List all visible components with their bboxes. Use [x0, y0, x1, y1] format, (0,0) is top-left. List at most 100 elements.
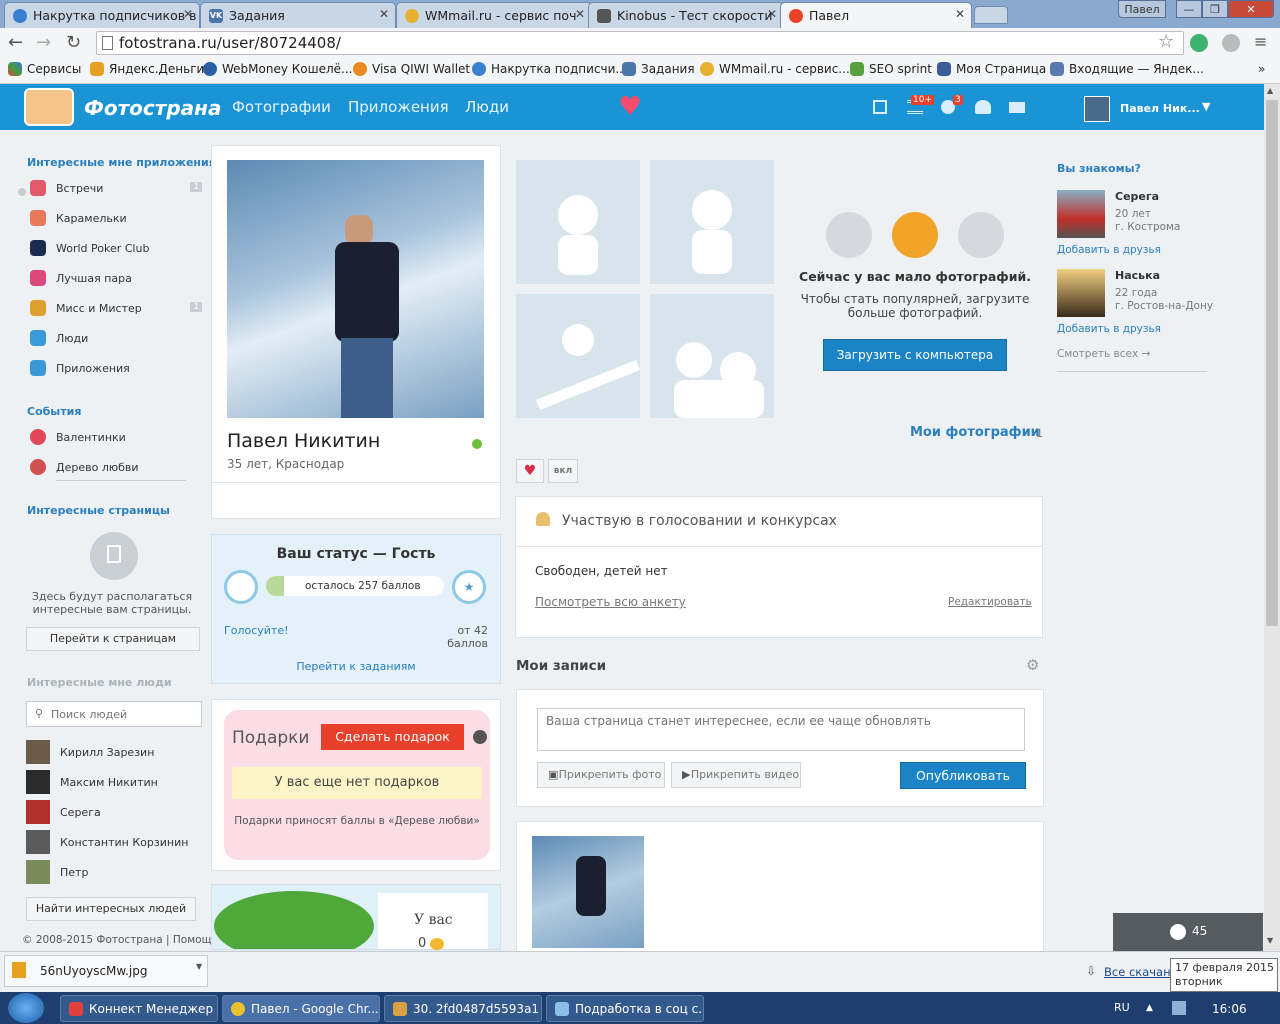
browser-tab-active[interactable]: Павел ✕: [780, 2, 972, 28]
post-textarea[interactable]: [537, 708, 1025, 751]
publish-button[interactable]: Опубликовать: [900, 762, 1026, 789]
reload-icon[interactable]: ↻: [66, 32, 81, 53]
download-menu-chevron-icon[interactable]: ▼: [196, 962, 202, 971]
taskbar-item-file[interactable]: 30. 2fd0487d5593a1 -...: [384, 995, 542, 1022]
sad-face-icon[interactable]: [826, 212, 872, 258]
make-gift-button[interactable]: Сделать подарок: [321, 724, 464, 750]
taskbar-item-notepad[interactable]: Подработка в соц с...: [546, 995, 704, 1022]
messages-icon[interactable]: [1009, 102, 1025, 113]
new-tab-button[interactable]: [974, 6, 1008, 24]
person-row[interactable]: Максим Никитин: [26, 770, 158, 794]
profile-photo[interactable]: [227, 160, 484, 418]
bookmark-yandex-money[interactable]: Яндекс.Деньги: [90, 62, 204, 76]
browser-tab-2[interactable]: VK Задания ✕: [200, 2, 396, 28]
bookmark-nakrutka[interactable]: Накрутка подписчи...: [472, 62, 627, 76]
close-icon[interactable]: ✕: [955, 7, 965, 21]
bookmark-inbox[interactable]: Входящие — Яндек...: [1050, 62, 1204, 76]
nav-apps[interactable]: Приложения: [348, 98, 449, 116]
person-row[interactable]: Константин Корзинин: [26, 830, 188, 854]
minimize-icon[interactable]: —: [1176, 0, 1202, 18]
bookmarks-more-icon[interactable]: »: [1258, 62, 1265, 76]
browser-tab-1[interactable]: Накрутка подписчиков в ✕: [4, 2, 200, 28]
bookmark-my-page[interactable]: Моя Страница: [937, 62, 1046, 76]
online-widget[interactable]: [1113, 913, 1263, 951]
find-people-button[interactable]: Найти интересных людей: [26, 897, 196, 921]
start-button-icon[interactable]: [8, 993, 44, 1023]
sidebar-event-1[interactable]: Дерево любви: [30, 459, 139, 475]
upload-button[interactable]: Загрузить с компьютера: [823, 339, 1007, 371]
settings-gear-icon[interactable]: ⚙: [1026, 656, 1039, 674]
scroll-up-icon[interactable]: ▲: [1267, 86, 1273, 95]
people-search-box[interactable]: ⚲: [26, 701, 202, 727]
nav-people[interactable]: Люди: [465, 98, 509, 116]
sidebar-item-6[interactable]: Приложения: [30, 360, 204, 376]
sidebar-item-0[interactable]: Встречи 1: [30, 180, 204, 196]
tasks-link[interactable]: Перейти к заданиям: [211, 660, 501, 673]
taskbar-item-chrome[interactable]: Павел - Google Chr...: [222, 995, 380, 1022]
edit-link[interactable]: Редактировать: [948, 596, 1032, 608]
person-row[interactable]: Серега: [26, 800, 101, 824]
friends-icon[interactable]: [975, 100, 991, 114]
address-bar[interactable]: fotostrana.ru/user/80724408/: [96, 31, 1184, 55]
forward-icon[interactable]: →: [36, 32, 51, 53]
user-name[interactable]: Павел Ник...: [1120, 102, 1200, 115]
site-logo[interactable]: Фотострана: [84, 96, 221, 120]
go-to-pages-button[interactable]: Перейти к страницам: [26, 627, 200, 651]
bookmark-vk-tasks[interactable]: Задания: [622, 62, 695, 76]
attach-photo-button[interactable]: ▣ Прикрепить фото: [537, 762, 665, 788]
language-indicator[interactable]: RU: [1114, 1001, 1130, 1014]
user-avatar[interactable]: [1084, 96, 1110, 122]
love-tree-card[interactable]: [211, 884, 501, 950]
close-icon[interactable]: ✕: [575, 7, 585, 21]
sidebar-item-2[interactable]: World Poker Club: [30, 240, 204, 256]
bookmark-apps[interactable]: Сервисы: [8, 62, 81, 76]
post-photo[interactable]: [532, 836, 644, 948]
taskbar-item-connect[interactable]: Коннект Менеджер: [60, 995, 218, 1022]
sidebar-event-0[interactable]: Валентинки: [30, 429, 126, 445]
neutral-face-icon[interactable]: [892, 212, 938, 258]
scrollbar-thumb[interactable]: [1266, 100, 1278, 626]
happy-face-icon[interactable]: [958, 212, 1004, 258]
scroll-down-icon[interactable]: ▼: [1267, 936, 1273, 945]
bookmark-star-icon[interactable]: ☆: [1158, 31, 1174, 52]
back-icon[interactable]: ←: [8, 32, 23, 53]
window-close-icon[interactable]: ✕: [1228, 0, 1274, 18]
browser-tab-4[interactable]: Kinobus - Тест скорости ✕: [588, 2, 784, 28]
add-friend-link-2[interactable]: Добавить в друзья: [1057, 323, 1161, 335]
suggest-name-1[interactable]: Серега: [1115, 190, 1159, 203]
search-input[interactable]: [51, 705, 197, 723]
view-profile-link[interactable]: Посмотреть всю анкету: [535, 595, 686, 609]
heart-icon[interactable]: ♥: [614, 92, 646, 122]
extension-icon[interactable]: [1190, 34, 1208, 52]
menu-icon[interactable]: ≡: [1254, 32, 1267, 51]
person-row[interactable]: Кирилл Зарезин: [26, 740, 154, 764]
suggest-avatar-2[interactable]: [1057, 269, 1105, 317]
maximize-icon[interactable]: ❐: [1202, 0, 1228, 18]
bookmark-wmmail[interactable]: WMmail.ru - сервис...: [700, 62, 850, 76]
add-friend-link-1[interactable]: Добавить в друзья: [1057, 244, 1161, 256]
clock[interactable]: 16:06: [1212, 1002, 1247, 1016]
attach-video-button[interactable]: ▶ Прикрепить видео: [671, 762, 801, 788]
gift-info-icon[interactable]: [473, 730, 487, 744]
sidebar-item-1[interactable]: Карамельки: [30, 210, 204, 226]
like-heart-icon[interactable]: ♥: [516, 459, 544, 483]
vote-link[interactable]: Голосуйте!: [224, 624, 289, 637]
bookmark-webmoney[interactable]: WebMoney Кошелё...: [203, 62, 352, 76]
profile-badge[interactable]: Павел: [1118, 0, 1166, 18]
people-title[interactable]: Интересные мне люди: [27, 676, 172, 689]
sidebar-item-4[interactable]: Мисс и Мистер 1: [30, 300, 204, 316]
all-downloads-link[interactable]: Все скачанные...: [1104, 965, 1170, 979]
pages-title[interactable]: Интересные страницы: [27, 504, 170, 517]
sidebar-item-3[interactable]: Лучшая пара: [30, 270, 204, 286]
toggle-button[interactable]: вкл: [548, 459, 578, 483]
logo-avatars-icon[interactable]: [24, 88, 74, 126]
apps-title[interactable]: Интересные мне приложения: [27, 156, 216, 169]
suggest-avatar-1[interactable]: [1057, 190, 1105, 238]
person-row[interactable]: Петр: [26, 860, 88, 884]
extension-play-icon[interactable]: [1222, 34, 1240, 52]
network-icon[interactable]: [1172, 1001, 1186, 1015]
tray-up-icon[interactable]: ▲: [1146, 1003, 1153, 1013]
my-photos-link[interactable]: Мои фотографии: [910, 425, 1040, 440]
see-all-link[interactable]: Смотреть всех →: [1057, 348, 1150, 360]
bookmark-qiwi[interactable]: Visa QIWI Wallet: [353, 62, 470, 76]
